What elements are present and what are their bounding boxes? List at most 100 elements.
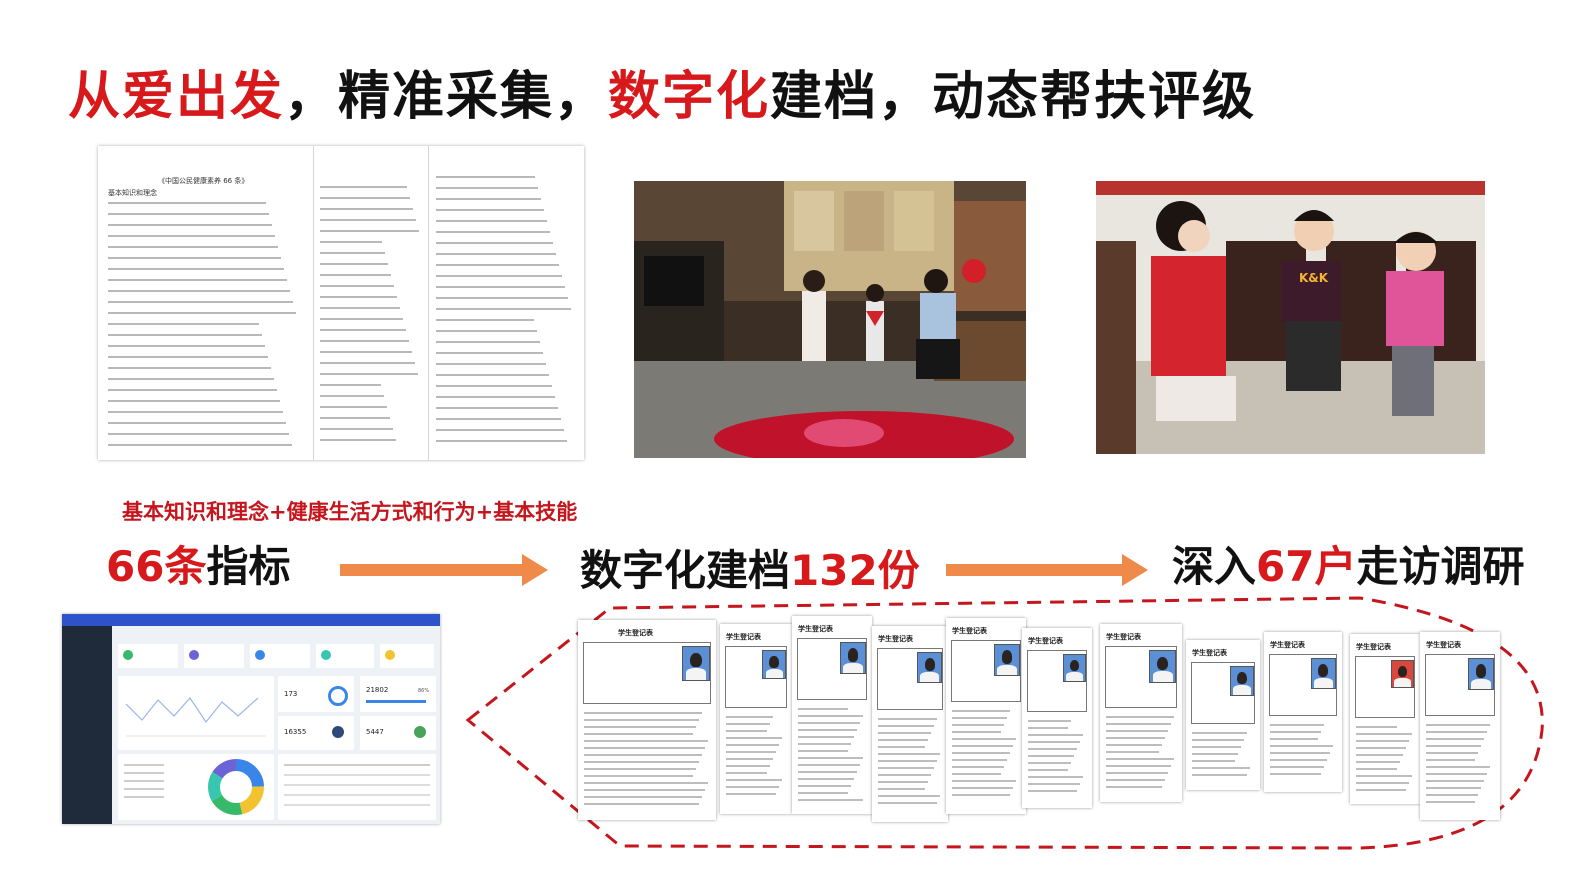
document-text-line — [436, 286, 565, 288]
document-text-line — [320, 219, 416, 221]
stat-card — [250, 644, 310, 668]
student-record-sheet: 学生登记表 — [946, 618, 1026, 814]
step3-text-b: 走访调研 — [1356, 542, 1525, 591]
document-text-line — [320, 274, 391, 276]
document-text-line — [320, 208, 413, 210]
sheet-text-line — [878, 802, 937, 804]
sheet-text-line — [584, 796, 702, 798]
document-text-line — [108, 433, 289, 435]
sheet-text-line — [1270, 759, 1327, 761]
sheet-text-line — [878, 795, 940, 797]
student-record-sheet: 学生登记表 — [1350, 634, 1420, 804]
document-text-line — [436, 198, 541, 200]
student-photo — [1391, 660, 1414, 689]
stat-card-5447: 5447 — [360, 716, 436, 750]
sheet-text-line — [584, 761, 699, 763]
sheet-text-line — [1356, 789, 1406, 791]
sheet-text-line — [584, 803, 699, 805]
sheet-text-line — [1028, 720, 1071, 722]
document-text-line — [320, 439, 396, 441]
document-text-line — [108, 312, 296, 314]
sheet-text-line — [1192, 732, 1247, 734]
sheet-text-line — [726, 737, 782, 739]
student-photo — [1063, 654, 1086, 683]
sheet-text-line — [952, 724, 1004, 726]
document-text-line — [320, 417, 390, 419]
sheet-text-line — [1106, 730, 1168, 732]
document-text-line — [436, 220, 547, 222]
sheet-text-line — [878, 760, 937, 762]
sheet-text-line — [1028, 783, 1080, 785]
column-divider — [313, 146, 314, 460]
document-heading: 《中国公民健康素养 66 条》 — [158, 177, 249, 185]
document-text-line — [108, 367, 271, 369]
sheet-text-line — [952, 717, 1007, 719]
sheet-text-line — [726, 772, 767, 774]
sheet-text-line — [1356, 726, 1397, 728]
sheet-text-line — [1028, 790, 1077, 792]
document-text-line — [436, 440, 567, 442]
student-photo — [840, 642, 866, 674]
sheet-text-line — [1106, 723, 1171, 725]
document-text-line — [108, 268, 284, 270]
category-donut-chart — [208, 759, 264, 815]
records-table-card — [278, 754, 436, 820]
sheet-text-line — [1028, 734, 1083, 736]
sheet-text-line — [726, 751, 776, 753]
sheet-text-line — [1270, 745, 1333, 747]
stat-card-21802: 21802 86% — [360, 676, 436, 712]
document-text-line — [108, 356, 268, 358]
sheet-text-line — [878, 781, 928, 783]
sheet-title: 学生登记表 — [798, 625, 833, 633]
sheet-text-line — [1192, 760, 1235, 762]
document-text-line — [320, 428, 393, 430]
column-divider — [428, 146, 429, 460]
step3-number: 67户 — [1256, 542, 1357, 591]
document-text-line — [320, 263, 388, 265]
sheet-text-line — [1192, 774, 1247, 776]
document-text-line — [320, 395, 384, 397]
student-photo — [917, 652, 942, 683]
document-text-line — [436, 363, 546, 365]
document-text-line — [436, 308, 571, 310]
sheet-text-line — [1270, 731, 1321, 733]
health-literacy-document: 《中国公民健康素养 66 条》 基本知识和理念 — [98, 146, 584, 460]
document-text-line — [320, 230, 419, 232]
sheet-text-line — [1356, 733, 1412, 735]
sheet-text-line — [1426, 745, 1481, 747]
document-text-line — [436, 418, 561, 420]
sheet-text-line — [798, 715, 863, 717]
sheet-text-line — [798, 743, 851, 745]
sheet-text-line — [878, 725, 934, 727]
document-text-line — [108, 334, 262, 336]
document-text-line — [108, 323, 259, 325]
sheet-text-line — [1426, 773, 1487, 775]
sheet-text-line — [1106, 716, 1174, 718]
sheet-title: 学生登记表 — [1270, 641, 1305, 649]
document-text-line — [108, 411, 283, 413]
sheet-text-line — [726, 730, 767, 732]
donut-chart-card — [118, 754, 274, 820]
step2-text: 数字化建档 — [580, 546, 791, 595]
sheet-text-line — [1028, 727, 1068, 729]
document-text-line — [108, 422, 286, 424]
sheet-text-line — [1356, 775, 1412, 777]
document-text-line — [108, 378, 274, 380]
sheet-text-line — [878, 774, 931, 776]
sheet-text-line — [584, 754, 702, 756]
trend-line-chart — [125, 697, 266, 737]
arrow-right-icon — [340, 554, 548, 586]
sheet-text-line — [1270, 773, 1321, 775]
sheet-text-line — [1356, 761, 1400, 763]
data-dashboard-screenshot: 173 21802 86% 16355 5447 — [62, 614, 440, 824]
sheet-title: 学生登记表 — [618, 629, 653, 637]
step3-text-a: 深入 — [1172, 542, 1257, 591]
document-text-line — [108, 202, 266, 204]
sheet-text-line — [1426, 759, 1475, 761]
document-text-line — [436, 253, 556, 255]
student-photo — [1468, 658, 1494, 690]
title-part-black-2: 建档，动态帮扶评级 — [770, 67, 1257, 127]
sheet-text-line — [1270, 738, 1318, 740]
sheet-text-line — [1106, 772, 1168, 774]
sheet-text-line — [878, 788, 925, 790]
